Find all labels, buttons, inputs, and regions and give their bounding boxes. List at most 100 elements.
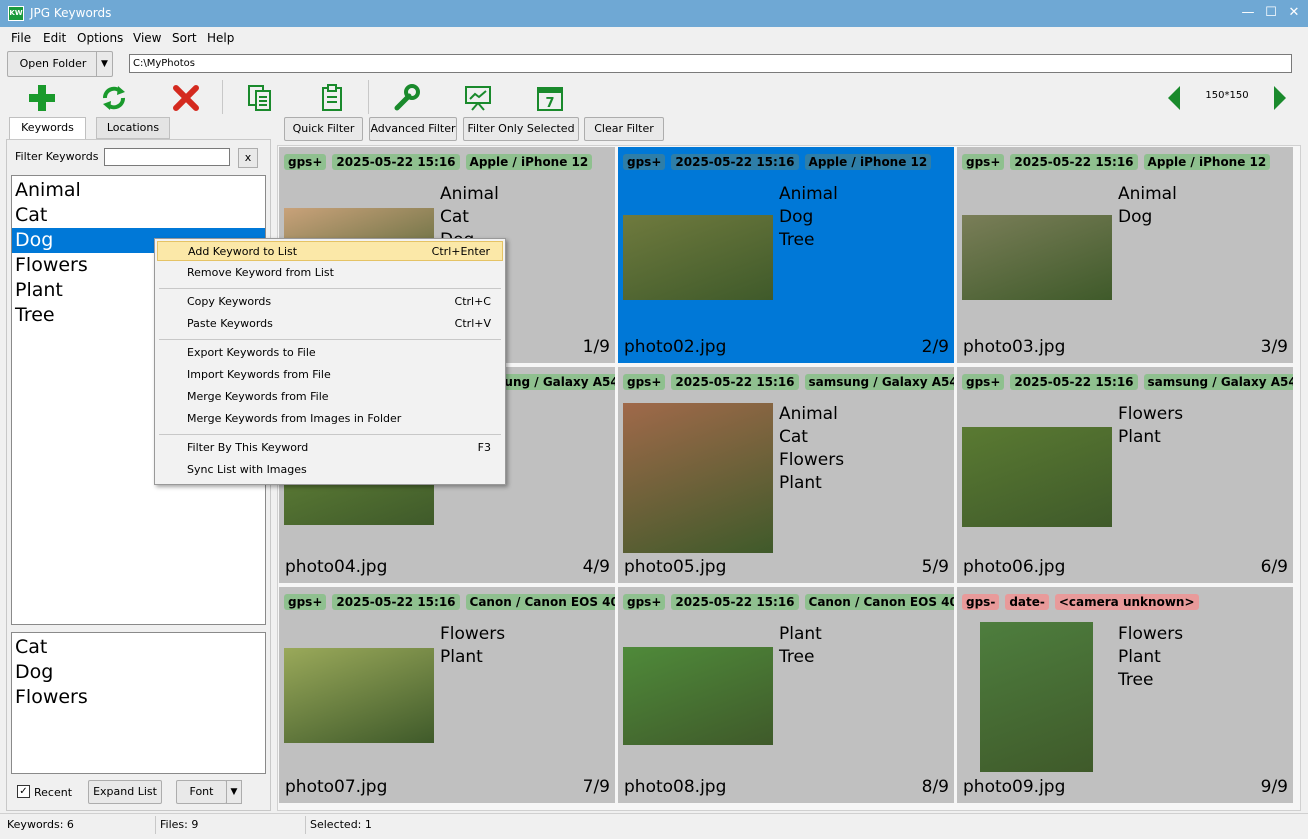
photo-thumbnail[interactable] [962, 427, 1112, 527]
thumbnail-cell[interactable]: gps+ 2025-05-22 15:16 samsung / Galaxy A54… [618, 367, 954, 583]
photo-index: 4/9 [582, 557, 610, 577]
menu-options[interactable]: Options [77, 31, 123, 45]
quick-filter-button[interactable]: Quick Filter [284, 117, 363, 141]
advanced-filter-button[interactable]: Advanced Filter [369, 117, 457, 141]
calendar-icon[interactable]: 7 [535, 83, 565, 113]
delete-icon[interactable] [171, 83, 201, 113]
photo-thumbnail[interactable] [284, 648, 434, 743]
menu-help[interactable]: Help [207, 31, 234, 45]
clear-filter-button[interactable]: Clear Filter [584, 117, 664, 141]
photo-thumbnail[interactable] [623, 215, 773, 300]
metadata-badge: gps+ [962, 374, 1005, 390]
thumbnail-cell[interactable]: gps+ 2025-05-22 15:16 Apple / iPhone 12 Ani… [618, 147, 954, 363]
menu-item-merge-keywords-from-file[interactable]: Merge Keywords from File [157, 387, 503, 407]
menu-item-merge-keywords-from-images-in-folder[interactable]: Merge Keywords from Images in Folder [157, 409, 503, 429]
chevron-down-icon[interactable]: ▼ [96, 52, 112, 76]
photo-index: 8/9 [921, 777, 949, 797]
menu-item-label: Merge Keywords from Images in Folder [187, 412, 402, 425]
toolbar-separator [222, 80, 223, 114]
chevron-down-icon[interactable]: ▼ [226, 780, 242, 804]
keyword-item-cat[interactable]: Cat [12, 203, 265, 228]
menu-item-paste-keywords[interactable]: Paste Keywords Ctrl+V [157, 314, 503, 334]
photo-index: 9/9 [1260, 777, 1288, 797]
tab-keywords[interactable]: Keywords [9, 117, 86, 140]
menu-item-sync-list-with-images[interactable]: Sync List with Images [157, 460, 503, 480]
thumbnail-cell[interactable]: gps+ 2025-05-22 15:16 samsung / Galaxy A54… [957, 367, 1293, 583]
menu-item-label: Sync List with Images [187, 463, 307, 476]
settings-wrench-icon[interactable] [391, 83, 421, 113]
menu-item-label: Paste Keywords [187, 317, 273, 330]
metadata-badge: 2025-05-22 15:16 [671, 374, 799, 390]
tab-locations[interactable]: Locations [96, 117, 170, 139]
status-keywords: Keywords: 6 [7, 818, 74, 831]
status-bar: Keywords: 6 Files: 9 Selected: 1 [0, 813, 1308, 839]
add-icon[interactable] [27, 83, 57, 113]
menu-item-shortcut: Ctrl+C [454, 295, 491, 308]
metadata-badges: gps+ 2025-05-22 15:16 Apple / iPhone 12 [284, 154, 598, 170]
photo-filename: photo03.jpg [963, 337, 1066, 357]
photo-filename: photo02.jpg [624, 337, 727, 357]
recent-checkbox[interactable]: ✓ [17, 785, 30, 798]
window-title: JPG Keywords [30, 6, 112, 20]
recent-keyword-list[interactable]: Cat Dog Flowers [11, 632, 266, 774]
photo-index: 1/9 [582, 337, 610, 357]
title-bar: KW JPG Keywords — ☐ ✕ [0, 0, 1308, 27]
photo-keyword: Tree [779, 647, 815, 667]
slideshow-icon[interactable] [463, 83, 493, 113]
thumbnail-cell[interactable]: gps-date- <camera unknown> Flowers Plant Tre… [957, 587, 1293, 803]
photo-keyword: Cat [779, 427, 808, 447]
menu-item-label: Add Keyword to List [188, 245, 298, 258]
menu-view[interactable]: View [133, 31, 161, 45]
menu-item-label: Export Keywords to File [187, 346, 316, 359]
photo-thumbnail[interactable] [962, 215, 1112, 300]
menu-item-export-keywords-to-file[interactable]: Export Keywords to File [157, 343, 503, 363]
metadata-badge: samsung / Galaxy A54 [804, 374, 954, 390]
photo-keyword: Dog [779, 207, 814, 227]
menu-sort[interactable]: Sort [172, 31, 197, 45]
photo-keyword: Tree [779, 230, 815, 250]
clear-keyword-filter-button[interactable]: x [238, 148, 258, 168]
photo-thumbnail[interactable] [980, 622, 1093, 772]
refresh-icon[interactable] [99, 83, 129, 113]
metadata-badge: 2025-05-22 15:16 [332, 154, 460, 170]
menu-edit[interactable]: Edit [43, 31, 66, 45]
menu-file[interactable]: File [11, 31, 31, 45]
thumbnail-cell[interactable]: gps+ 2025-05-22 15:16 Canon / Canon EOS 40… [279, 587, 615, 803]
previous-size-arrow-icon[interactable] [1162, 83, 1186, 113]
photo-thumbnail[interactable] [623, 647, 773, 745]
menu-item-remove-keyword-from-list[interactable]: Remove Keyword from List [157, 263, 503, 283]
recent-item[interactable]: Dog [12, 660, 53, 685]
keyword-context-menu: Add Keyword to List Ctrl+Enter Remove Keyw… [154, 238, 506, 485]
recent-item[interactable]: Flowers [12, 685, 88, 710]
folder-path-input[interactable] [129, 54, 1292, 73]
photo-keywords: Animal Dog Tree [779, 183, 838, 252]
paste-keywords-icon[interactable] [317, 83, 347, 113]
calendar-day: 7 [545, 96, 554, 111]
menu-item-import-keywords-from-file[interactable]: Import Keywords from File [157, 365, 503, 385]
status-selected: Selected: 1 [310, 818, 372, 831]
metadata-badge: date- [1005, 594, 1049, 610]
expand-list-button[interactable]: Expand List [88, 780, 162, 804]
copy-keywords-icon[interactable] [245, 83, 275, 113]
photo-thumbnail[interactable] [623, 403, 773, 553]
keyword-item-animal[interactable]: Animal [12, 178, 265, 203]
font-button[interactable]: Font [176, 780, 227, 804]
next-size-arrow-icon[interactable] [1268, 83, 1292, 113]
thumbnail-cell[interactable]: gps+ 2025-05-22 15:16 Canon / Canon EOS 40… [618, 587, 954, 803]
filter-only-selected-button[interactable]: Filter Only Selected [463, 117, 579, 141]
recent-item[interactable]: Cat [12, 635, 47, 660]
menu-item-filter-by-this-keyword[interactable]: Filter By This Keyword F3 [157, 438, 503, 458]
photo-keyword: Animal [440, 184, 499, 204]
menu-item-copy-keywords[interactable]: Copy Keywords Ctrl+C [157, 292, 503, 312]
metadata-badges: gps+ 2025-05-22 15:16 Canon / Canon EOS 40… [284, 594, 615, 610]
menu-item-add-keyword-to-list[interactable]: Add Keyword to List Ctrl+Enter [157, 241, 503, 261]
close-button[interactable]: ✕ [1282, 4, 1306, 22]
filter-keywords-input[interactable] [104, 148, 230, 166]
minimize-button[interactable]: — [1236, 4, 1260, 22]
open-folder-button[interactable]: Open Folder ▼ [7, 51, 113, 77]
maximize-button[interactable]: ☐ [1259, 4, 1283, 22]
metadata-badge: <camera unknown> [1054, 594, 1199, 610]
menu-item-shortcut: Ctrl+V [454, 317, 491, 330]
photo-keyword: Animal [779, 184, 838, 204]
thumbnail-cell[interactable]: gps+ 2025-05-22 15:16 Apple / iPhone 12 Ani… [957, 147, 1293, 363]
